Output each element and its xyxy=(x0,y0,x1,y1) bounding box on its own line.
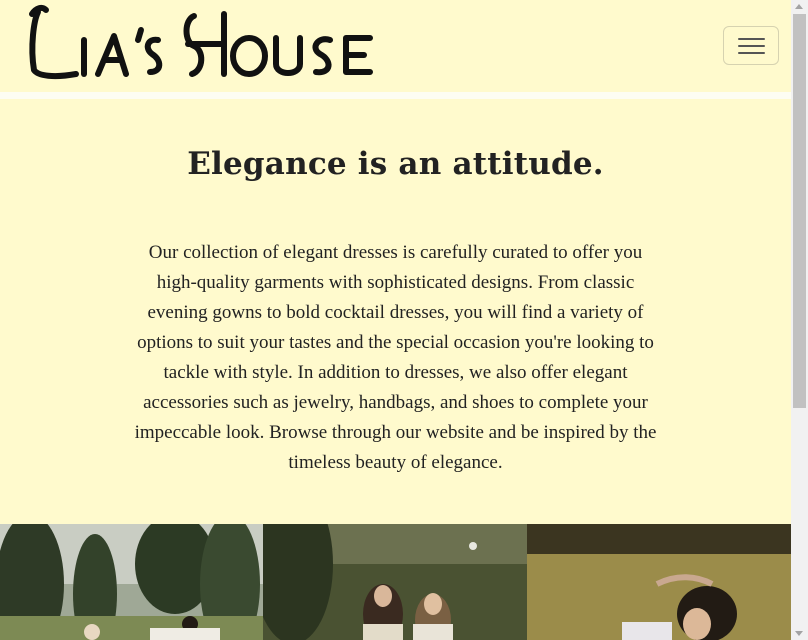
navbar xyxy=(0,0,791,92)
header-divider xyxy=(0,92,791,99)
hero-title: Elegance is an attitude. xyxy=(187,146,604,182)
vertical-scrollbar[interactable] xyxy=(791,0,808,640)
gallery-photo-1[interactable] xyxy=(0,524,263,640)
gallery-photo-2[interactable] xyxy=(263,524,527,640)
scroll-down-arrow-icon[interactable] xyxy=(795,631,803,636)
gallery-photo-3[interactable] xyxy=(527,524,791,640)
brand-logo[interactable] xyxy=(24,0,414,86)
navbar-toggler-button[interactable] xyxy=(723,26,779,65)
hamburger-menu-icon xyxy=(738,38,765,40)
page: Elegance is an attitude. Our collection … xyxy=(0,0,791,640)
brand-logo-wordmark xyxy=(29,4,373,80)
scrollbar-thumb[interactable] xyxy=(793,14,806,408)
photo-gallery xyxy=(0,524,791,640)
scroll-up-arrow-icon[interactable] xyxy=(795,4,803,9)
hero-description: Our collection of elegant dresses is car… xyxy=(134,242,657,473)
